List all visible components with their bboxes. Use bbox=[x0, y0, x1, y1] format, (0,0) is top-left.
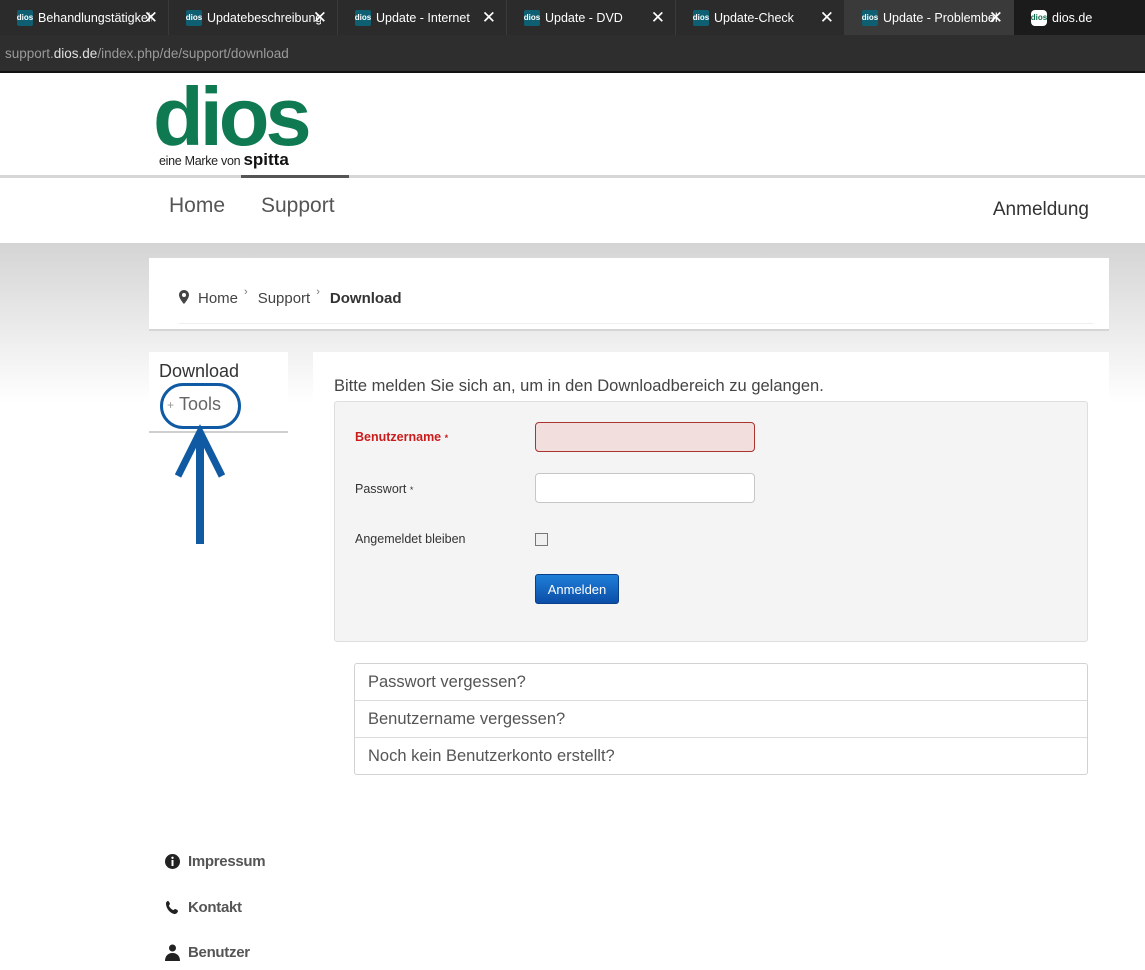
breadcrumb-container: Home › Support › Download bbox=[149, 258, 1109, 331]
remember-label: Angemeldet bleiben bbox=[355, 532, 466, 546]
footer-label: Benutzer bbox=[188, 944, 250, 961]
dios-favicon-icon: dios bbox=[862, 9, 878, 26]
browser-tab-2[interactable]: dios Updatebeschreibung ✕ bbox=[169, 0, 338, 35]
browser-tab-4[interactable]: dios Update - DVD ✕ bbox=[507, 0, 676, 35]
nav-active-indicator bbox=[241, 175, 349, 178]
browser-tab-5[interactable]: dios Update-Check ✕ bbox=[676, 0, 845, 35]
link-forgot-password[interactable]: Passwort vergessen? bbox=[355, 664, 1087, 701]
tab-title: dios.de bbox=[1052, 10, 1093, 25]
close-icon[interactable]: ✕ bbox=[989, 9, 1003, 26]
close-icon[interactable]: ✕ bbox=[313, 9, 327, 26]
dios-favicon-icon: dios bbox=[186, 9, 202, 26]
dios-logo[interactable]: dios eine Marke von spitta bbox=[150, 75, 312, 172]
remember-checkbox[interactable] bbox=[535, 533, 548, 546]
username-input[interactable] bbox=[535, 422, 755, 452]
annotation-arrow-up-icon bbox=[174, 424, 226, 544]
footer-benutzer[interactable]: Benutzer bbox=[165, 944, 250, 961]
required-marker: * bbox=[444, 433, 449, 443]
url-host: dios.de bbox=[53, 45, 98, 61]
footer-label: Kontakt bbox=[188, 899, 242, 916]
footer-label: Impressum bbox=[188, 853, 266, 870]
tab-title: Update - DVD bbox=[545, 10, 623, 25]
browser-tab-3[interactable]: dios Update - Internet ✕ bbox=[338, 0, 507, 35]
dios-favicon-icon: dios bbox=[693, 9, 709, 26]
close-icon[interactable]: ✕ bbox=[144, 9, 158, 26]
logo-wordmark: dios bbox=[153, 70, 312, 163]
username-label: Benutzername * bbox=[355, 430, 448, 444]
required-marker: * bbox=[409, 485, 414, 495]
nav-login[interactable]: Anmeldung bbox=[993, 199, 1089, 221]
user-icon bbox=[165, 944, 180, 961]
url-path: /index.php/de/support/download bbox=[97, 45, 289, 61]
chevron-right-icon: › bbox=[316, 286, 320, 298]
tab-title: Update - Problembehandlung bbox=[883, 10, 997, 25]
dios-favicon-icon: dios bbox=[524, 9, 540, 26]
breadcrumb: Home › Support › Download bbox=[179, 286, 1093, 324]
footer-kontakt[interactable]: Kontakt bbox=[165, 899, 242, 916]
password-label-text: Passwort bbox=[355, 482, 407, 496]
login-form: Benutzername * Passwort * Angemeldet ble… bbox=[334, 401, 1088, 642]
breadcrumb-support[interactable]: Support bbox=[258, 290, 311, 307]
tab-title: Behandlungstätigkeit bbox=[38, 10, 152, 25]
account-links-list: Passwort vergessen? Benutzername vergess… bbox=[354, 663, 1088, 775]
footer-impressum[interactable]: Impressum bbox=[165, 853, 266, 870]
browser-tab-1[interactable]: dios Behandlungstätigkeit ✕ bbox=[0, 0, 169, 35]
browser-tab-7[interactable]: dios dios.de bbox=[1014, 0, 1135, 35]
login-submit-button[interactable]: Anmelden bbox=[535, 574, 619, 604]
info-icon bbox=[165, 854, 180, 869]
address-bar[interactable]: support. dios.de/index.php/de/support/dow… bbox=[0, 35, 1145, 73]
location-pin-icon bbox=[179, 290, 189, 308]
chevron-right-icon: › bbox=[244, 286, 248, 298]
browser-tab-bar: dios Behandlungstätigkeit ✕ dios Updateb… bbox=[0, 0, 1145, 35]
breadcrumb-current: Download bbox=[329, 290, 402, 307]
browser-tab-6-active[interactable]: dios Update - Problembehandlung ✕ bbox=[845, 0, 1014, 35]
tab-title: Update-Check bbox=[714, 10, 794, 25]
dios-favicon-icon: dios bbox=[1031, 9, 1047, 26]
login-intro-text: Bitte melden Sie sich an, um in den Down… bbox=[334, 377, 824, 395]
close-icon[interactable]: ✕ bbox=[651, 9, 665, 26]
password-input[interactable] bbox=[535, 473, 755, 503]
url-prefix: support. bbox=[5, 45, 54, 61]
dios-favicon-icon: dios bbox=[355, 9, 371, 26]
dios-favicon-icon: dios bbox=[17, 9, 33, 26]
logo-tagline: eine Marke von spitta bbox=[159, 150, 289, 170]
password-label: Passwort * bbox=[355, 482, 413, 496]
nav-support[interactable]: Support bbox=[261, 194, 335, 218]
tab-title: Updatebeschreibung bbox=[207, 10, 321, 25]
sidebar-title[interactable]: Download bbox=[159, 361, 239, 382]
tab-title: Update - Internet bbox=[376, 10, 470, 25]
username-label-text: Benutzername bbox=[355, 430, 442, 444]
close-icon[interactable]: ✕ bbox=[482, 9, 496, 26]
nav-home[interactable]: Home bbox=[169, 194, 225, 218]
link-register[interactable]: Noch kein Benutzerkonto erstellt? bbox=[355, 738, 1087, 775]
link-forgot-username[interactable]: Benutzername vergessen? bbox=[355, 701, 1087, 738]
phone-icon bbox=[166, 901, 178, 914]
main-nav: Home Support Anmeldung bbox=[0, 175, 1145, 243]
logo-tagline-prefix: eine Marke von bbox=[159, 154, 241, 168]
annotation-highlight-oval bbox=[160, 383, 241, 429]
breadcrumb-home[interactable]: Home bbox=[198, 290, 238, 307]
logo-tagline-brand: spitta bbox=[243, 150, 289, 169]
close-icon[interactable]: ✕ bbox=[820, 9, 834, 26]
